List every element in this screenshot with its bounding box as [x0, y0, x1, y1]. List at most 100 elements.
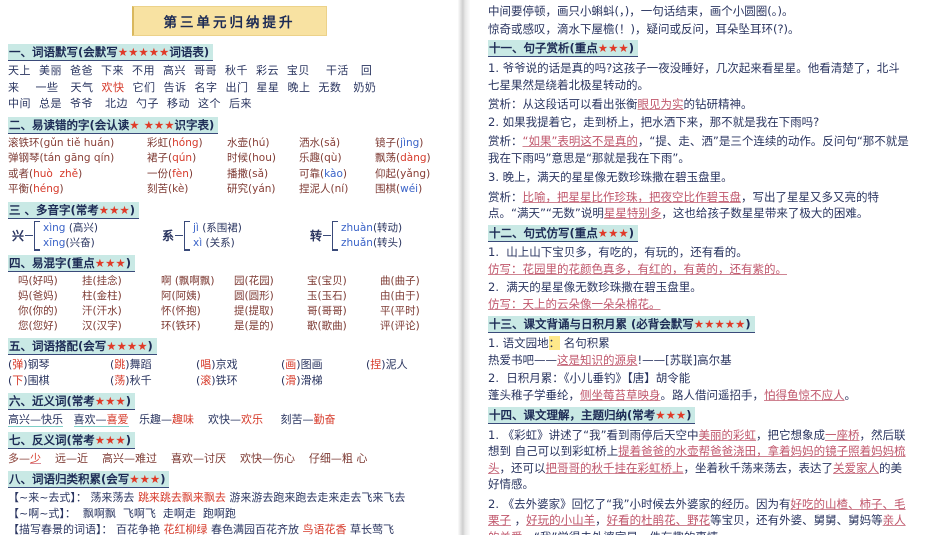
confusable-cell: 玉(玉石)	[307, 289, 347, 302]
recitation-line-3: 2. 日积月累：《小儿垂钓》【唐】胡令能	[488, 370, 691, 385]
punctuation-rhyme-line-2: 惊奇或感叹，滴水下屋檐(！)，疑问或反问，耳朵坠耳环(?)。	[488, 21, 800, 36]
imitation-2: 仿写：天上的云朵像一朵朵棉花。	[488, 297, 661, 311]
confusable-cell: 平(平时)	[380, 304, 420, 317]
confusable-cell: 是(是的)	[234, 320, 274, 333]
pronunciation: xì (关系)	[193, 236, 235, 249]
collocation-cell: (滑)滑梯	[281, 374, 323, 388]
confusable-cell: 环(铁环)	[161, 320, 201, 333]
pinyin-cell: 弹钢琴(tán gāng qín)	[8, 152, 115, 164]
brace-tick	[25, 234, 34, 237]
polyphone-section: 兴 xìng (高兴) xīng(兴奋) 系 jì (系围裙) xì (关系) 转 …	[8, 220, 450, 251]
word-list-line-2: 来 一些 天气 欢快 它们 告诉 名字 出门 星星 晚上 无数 奶奶	[8, 80, 377, 94]
left-page: 第三单元归纳提升 一、词语默写(会默写★★★★★词语表) 天上 美丽 爸爸 下来…	[0, 0, 458, 535]
confusable-cell: 评(评论)	[380, 320, 420, 333]
pinyin-cell: 捏泥人(ní)	[299, 183, 349, 195]
confusable-cell: 圆(圆形)	[234, 289, 274, 302]
section-header-3: 三 、多音字(常考★★★)	[8, 201, 139, 219]
sentence-2: 2. 如果我提着它，走到桥上，把水洒下来，那不就是我在下雨吗?	[488, 114, 820, 129]
confusable-cell: 曲(曲子)	[380, 274, 420, 287]
page-spine-divider	[458, 0, 470, 535]
confusable-cell: 啊 (飘啊飘)	[161, 274, 215, 287]
word-category-line-3: 【描写春景的词语】： 百花争艳 花红柳绿 春色满园百花齐放 鸟语花香 草长莺飞	[8, 523, 394, 535]
pinyin-cell: 滚铁环(gǔn tiě huán)	[8, 136, 115, 149]
pinyin-grid-row-3: 或者(huò zhě) 一份(fèn) 播撒(sǎ) 可靠(kào) 仰起(yǎng)	[8, 167, 450, 183]
pinyin-cell: 乐趣(qù)	[299, 152, 342, 164]
collocation-cell: (画)图画	[281, 358, 323, 372]
pinyin-cell: 水壶(hú)	[227, 136, 270, 149]
pinyin-cell: 仰起(yǎng)	[375, 167, 431, 180]
pronunciation: zhuǎn(转头)	[341, 236, 403, 249]
section-header-14: 十四、课文理解，主题归纳(常考★★★)	[488, 406, 696, 424]
text-summary-2: 2. 《去外婆家》回忆了“我”小时候去外婆家的经历。因为有好吃的山楂、柿子、毛栗…	[488, 496, 906, 535]
poem-line: 蓬头稚子学垂纶，侧坐莓苔草映身。路人借问遥招手，怕得鱼惊不应人。	[488, 388, 856, 402]
brace-tick	[175, 234, 184, 237]
confusable-cell: 阿(阿姨)	[161, 289, 201, 302]
pinyin-cell: 或者(huò zhě)	[8, 167, 83, 180]
pinyin-cell: 裙子(qún)	[147, 152, 197, 164]
pronunciation: jì (系围裙)	[193, 221, 242, 234]
sentence-3: 3. 晚上，满天的星星像无数珍珠撒在碧玉盘里。	[488, 170, 733, 184]
pronunciation: zhuàn(转动)	[341, 221, 403, 234]
confusable-cell: 园(花园)	[234, 274, 274, 287]
section-header-2: 二、易读错的字(会认读★ ★★★识字表)	[8, 116, 219, 134]
antonyms-line: 多—少 远—近 高兴—难过 喜欢—讨厌 欢快—伤心 仔细—粗 心	[8, 452, 368, 466]
confusable-cell: 柱(金柱)	[82, 289, 122, 302]
confusable-cell: 汉(汉字)	[82, 320, 122, 333]
recitation-line-2: 热爱书吧——这是知识的源泉!——[苏联]高尔基	[488, 353, 732, 367]
confusable-cell: 宝(宝贝)	[307, 274, 347, 287]
confusable-cell: 您(您好)	[18, 320, 58, 333]
pinyin-cell: 研究(yán)	[227, 183, 276, 195]
brace-tick	[323, 234, 332, 237]
analysis-1: 赏析：从这段话可以看出张衡眼见为实的钻研精神。	[488, 97, 753, 111]
collocation-cell: (弹)钢琴	[8, 358, 50, 372]
analysis-2: 赏析：“如果”表明这不是真的，“提、走、洒”是三个连续的动作。反问句“那不就是我…	[488, 134, 909, 165]
pattern-sentence-1: 1. 山上山下宝贝多，有吃的，有玩的，还有看的。	[488, 244, 748, 259]
pinyin-cell: 一份(fèn)	[147, 167, 194, 180]
pronunciation: xìng (高兴)	[43, 221, 99, 234]
right-page: 中间要停顿，画只小蝌蚪(，)，一句话结束，画个小圆圈(。)。 惊奇或感叹，滴水下…	[470, 0, 928, 535]
pinyin-cell: 可靠(kào)	[299, 167, 347, 180]
section-header-12: 十二、句式仿写(重点★★★)	[488, 224, 638, 242]
pronunciation: xīng(兴奋)	[43, 236, 95, 249]
collocation-cell: (下)围棋	[8, 374, 50, 388]
polyphone-char: 系	[162, 229, 175, 243]
pinyin-cell: 镜子(jìng)	[375, 136, 424, 149]
pinyin-cell: 飘荡(dàng)	[375, 152, 431, 164]
section-header-5: 五、词语搭配(会写★★★★)	[8, 338, 157, 356]
collocation-cell: (唱)京戏	[196, 358, 238, 372]
pinyin-cell: 彩虹(hóng)	[147, 136, 203, 149]
polyphone-group-xi: 系 jì (系围裙) xì (关系)	[162, 220, 310, 251]
recitation-line-1: 1. 语文园地： 名句积累	[488, 335, 610, 350]
confusable-row-2: 妈(爸妈) 柱(金柱) 阿(阿姨) 圆(圆形) 玉(玉石) 由(由于)	[8, 289, 450, 304]
word-category-line-2: 【~啊~式】： 飘啊飘 飞啊飞 走啊走 跑啊跑	[8, 507, 236, 521]
polyphone-char: 兴	[12, 229, 25, 243]
section-header-1: 一、词语默写(会默写★★★★★词语表)	[8, 44, 214, 61]
collocation-cell: (捏)泥人	[366, 358, 408, 372]
section-header-13: 十三、课文背诵与日积月累 (必背会默写★★★★★)	[488, 315, 755, 333]
confusable-cell: 怀(怀抱)	[161, 304, 201, 317]
confusable-cell: 你(你的)	[18, 304, 58, 317]
polyphone-char: 转	[310, 229, 323, 243]
section-header-11: 十一、句子赏析(重点★★★)	[488, 40, 638, 57]
section-header-6: 六、近义词(常考★★★)	[8, 393, 135, 411]
brace-icon	[34, 220, 41, 251]
brace-icon	[332, 220, 339, 251]
section-header-7: 七、反义词(常考★★★)	[8, 432, 135, 450]
collocation-cell: (跳)舞蹈	[110, 358, 152, 372]
pinyin-cell: 洒水(sǎ)	[299, 136, 341, 149]
pinyin-cell: 围棋(wéi)	[375, 183, 423, 195]
synonyms-line: 高兴—快乐 喜欢—喜爱 乐趣—趣味 欢快—欢乐 刻苦—勤奋	[8, 413, 336, 428]
pinyin-cell: 时候(hou)	[227, 152, 276, 164]
confusable-cell: 挂(挂念)	[82, 274, 122, 287]
brace-icon	[184, 220, 191, 251]
page-title: 第三单元归纳提升	[131, 6, 327, 36]
title-row: 第三单元归纳提升	[8, 6, 450, 36]
pinyin-cell: 刻苦(kè)	[147, 183, 189, 195]
confusable-row-3: 你(你的) 汗(汗水) 怀(怀抱) 提(提取) 哥(哥哥) 平(平时)	[8, 304, 450, 319]
pinyin-cell: 播撒(sǎ)	[227, 167, 269, 180]
pinyin-cell: 平衡(héng)	[8, 183, 64, 195]
section-header-4: 四、易混字(重点★★★)	[8, 254, 135, 272]
confusable-cell: 妈(爸妈)	[18, 289, 58, 302]
sentence-1: 1. 爷爷说的话是真的吗?这孩子一夜没睡好，几次起来看星星。他看清楚了，北斗七星…	[488, 61, 900, 92]
collocation-row-1: (弹)钢琴 (跳)舞蹈 (唱)京戏 (画)图画 (捏)泥人	[8, 357, 450, 373]
